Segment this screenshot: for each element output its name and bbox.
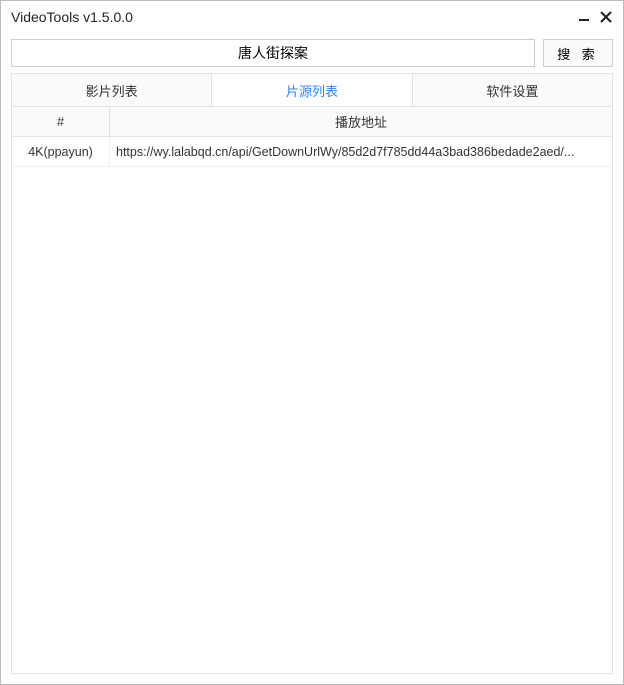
column-header-number: #: [12, 107, 110, 136]
titlebar: VideoTools v1.5.0.0: [1, 1, 623, 33]
cell-url: https://wy.lalabqd.cn/api/GetDownUrlWy/8…: [110, 137, 612, 166]
tab-settings[interactable]: 软件设置: [413, 74, 612, 106]
tab-source-list[interactable]: 片源列表: [212, 74, 412, 106]
window-title: VideoTools v1.5.0.0: [11, 9, 573, 25]
search-button[interactable]: 搜 索: [543, 39, 613, 67]
close-icon[interactable]: [595, 6, 617, 28]
app-window: VideoTools v1.5.0.0 搜 索 影片列表 片源列表 软件设置 #…: [0, 0, 624, 685]
minimize-icon[interactable]: [573, 6, 595, 28]
cell-quality: 4K(ppayun): [12, 137, 110, 166]
column-header-url: 播放地址: [110, 107, 612, 136]
search-input[interactable]: [11, 39, 535, 67]
source-list-panel: # 播放地址 4K(ppayun) https://wy.lalabqd.cn/…: [11, 107, 613, 674]
table-header: # 播放地址: [12, 107, 612, 137]
tab-bar: 影片列表 片源列表 软件设置: [11, 73, 613, 107]
tab-movie-list[interactable]: 影片列表: [12, 74, 212, 106]
content-area: 搜 索 影片列表 片源列表 软件设置 # 播放地址 4K(ppayun) htt…: [1, 33, 623, 684]
table-body: 4K(ppayun) https://wy.lalabqd.cn/api/Get…: [12, 137, 612, 673]
table-row[interactable]: 4K(ppayun) https://wy.lalabqd.cn/api/Get…: [12, 137, 612, 167]
search-row: 搜 索: [11, 39, 613, 67]
